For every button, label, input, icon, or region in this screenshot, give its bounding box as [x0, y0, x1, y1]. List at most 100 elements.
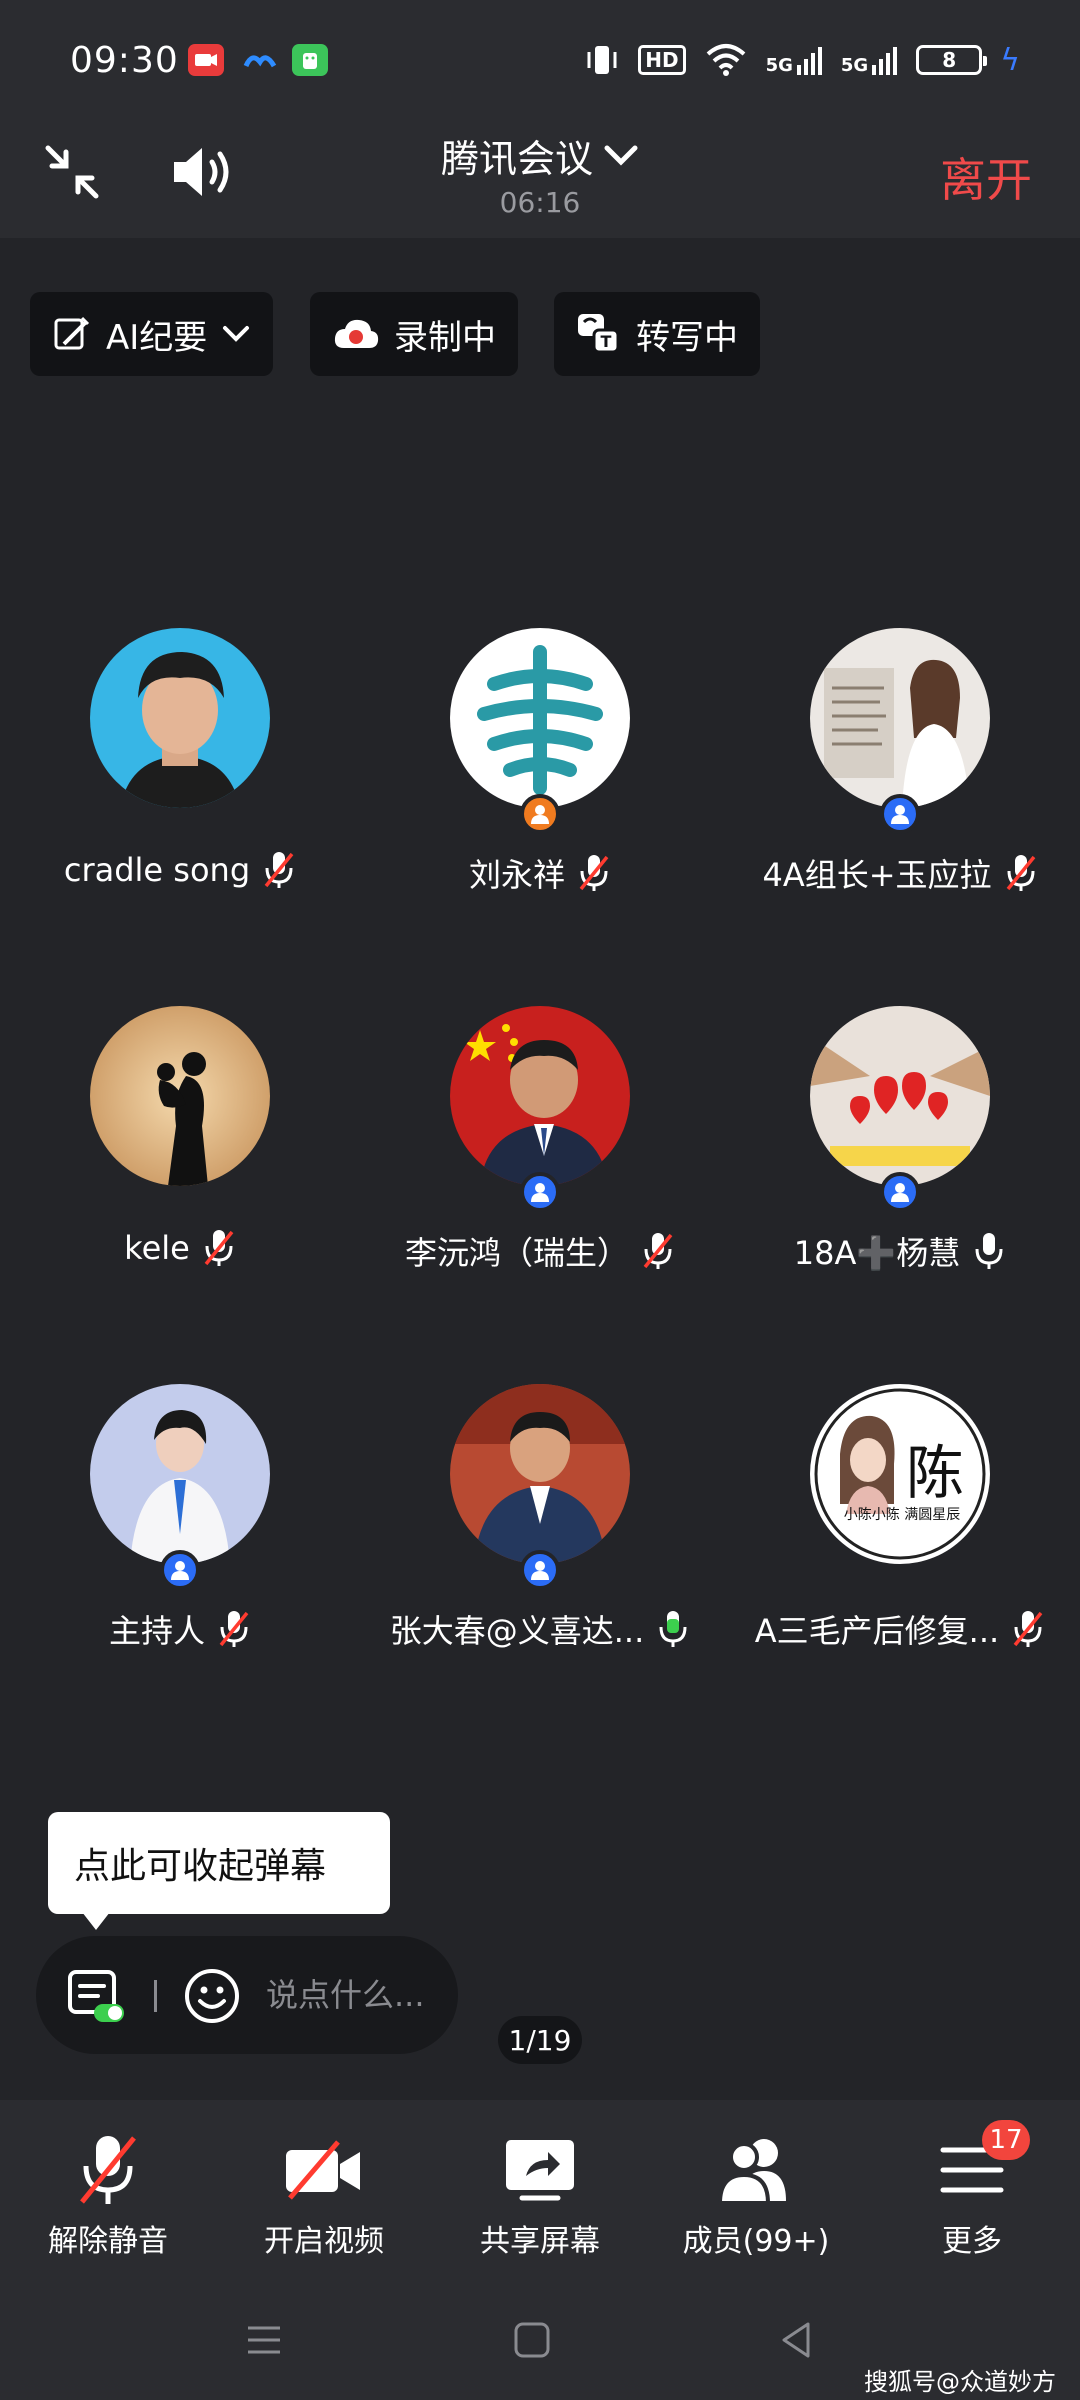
avatar: [90, 628, 270, 808]
meeting-header: 腾讯会议 06:16 离开: [0, 120, 1080, 238]
members-label: 成员(99+): [682, 2224, 830, 2259]
participant-tile[interactable]: 陈 小陈小陈 满圆星辰 A三毛产后修复...: [720, 1384, 1080, 1684]
transcribing-chip[interactable]: T 转写中: [554, 292, 760, 376]
co-host-badge-icon: [880, 1172, 920, 1212]
participant-name-row: kele: [0, 1228, 360, 1268]
charging-icon: ϟ: [1000, 42, 1020, 78]
unmute-button[interactable]: 解除静音: [0, 2124, 216, 2264]
avatar: [810, 628, 990, 808]
svg-text:T: T: [601, 332, 612, 351]
avatar: [810, 1006, 990, 1186]
participant-name: 4A组长+玉应拉: [762, 856, 992, 894]
signal-label-1: 5G: [765, 55, 793, 76]
share-screen-label: 共享屏幕: [480, 2224, 600, 2259]
mic-muted-icon: [219, 1611, 249, 1647]
page-indicator: 1/19: [498, 2016, 582, 2064]
members-button[interactable]: 成员(99+): [648, 2124, 864, 2264]
participant-name-row: 18A➕杨慧: [720, 1228, 1080, 1274]
cellular-signal-icon: 5G: [766, 45, 823, 75]
more-count-badge: 17: [982, 2120, 1030, 2160]
danmaku-tooltip[interactable]: 点此可收起弹幕: [48, 1812, 390, 1930]
back-nav-icon[interactable]: [766, 2310, 826, 2370]
chevron-down-icon: [604, 145, 638, 166]
host-badge-icon: [520, 794, 560, 834]
status-indicators: HD 5G 5G 8 ϟ: [584, 40, 1020, 80]
meeting-title: 腾讯会议: [440, 137, 593, 181]
more-button[interactable]: 17 更多: [864, 2120, 1080, 2264]
input-divider: [154, 1980, 157, 2012]
meeting-title-dropdown[interactable]: 腾讯会议: [0, 128, 1080, 183]
participant-name: 刘永祥: [468, 856, 565, 894]
recents-nav-icon[interactable]: [234, 2310, 294, 2370]
co-host-badge-icon: [520, 1172, 560, 1212]
android-app-icon: [292, 44, 328, 76]
ai-summary-chip[interactable]: AI纪要: [30, 292, 274, 376]
avatar-text-char: 陈: [906, 1439, 965, 1507]
recording-label: 录制中: [394, 317, 496, 358]
share-screen-icon: [490, 2130, 590, 2210]
participant-name: A三毛产后修复...: [754, 1612, 1000, 1650]
participant-tile[interactable]: 主持人: [0, 1384, 360, 1684]
mic-muted-icon: [204, 1230, 234, 1266]
mic-muted-icon: [58, 2130, 158, 2210]
participant-tile[interactable]: 4A组长+玉应拉: [720, 628, 1080, 928]
cloud-record-icon: [334, 319, 379, 348]
avatar: 陈 小陈小陈 满圆星辰: [810, 1384, 990, 1564]
unmute-label: 解除静音: [48, 2224, 168, 2259]
avatar: [450, 628, 630, 808]
danmaku-input[interactable]: [266, 1970, 446, 2020]
participant-name: 18A➕杨慧: [793, 1234, 961, 1272]
start-video-label: 开启视频: [264, 2224, 384, 2259]
participant-tile[interactable]: kele: [0, 1006, 360, 1306]
video-off-icon: [274, 2130, 374, 2210]
participant-name-row: 刘永祥: [360, 850, 720, 896]
transcribing-label: 转写中: [636, 317, 738, 358]
participant-name: 李沅鸿（瑞生）: [404, 1234, 629, 1272]
battery-indicator: 8: [916, 45, 988, 75]
cloud-app-icon: [242, 44, 278, 76]
home-nav-icon[interactable]: [502, 2310, 562, 2370]
participant-name: 主持人: [108, 1612, 205, 1650]
leave-button[interactable]: 离开: [940, 144, 1032, 210]
participant-tile[interactable]: cradle song: [0, 628, 360, 928]
participant-tile[interactable]: 张大春@义喜达...: [360, 1384, 720, 1684]
video-app-icon: [188, 44, 224, 76]
participant-name-row: 李沅鸿（瑞生）: [360, 1228, 720, 1274]
transcribe-icon: T: [578, 314, 620, 354]
mic-muted-icon: [1013, 1611, 1043, 1647]
ai-edit-icon: [54, 316, 90, 350]
watermark: 搜狐号@众道妙方: [864, 2368, 1056, 2396]
status-bar: 09:30 HD 5G 5G 8 ϟ: [0, 0, 1080, 120]
share-screen-button[interactable]: 共享屏幕: [432, 2124, 648, 2264]
participant-name-row: 张大春@义喜达...: [360, 1606, 720, 1652]
participant-name-row: 4A组长+玉应拉: [720, 850, 1080, 896]
vibrate-icon: [587, 46, 617, 74]
meeting-timer: 06:16: [499, 186, 581, 219]
participant-name-row: 主持人: [0, 1606, 360, 1652]
mic-muted-icon: [264, 852, 294, 888]
co-host-badge-icon: [520, 1550, 560, 1590]
recording-chip[interactable]: 录制中: [310, 292, 518, 376]
participant-name: 张大春@义喜达...: [389, 1612, 645, 1650]
status-time: 09:30: [70, 40, 179, 81]
mic-muted-icon: [643, 1233, 673, 1269]
co-host-badge-icon: [160, 1550, 200, 1590]
emoji-icon[interactable]: [182, 1966, 242, 2026]
mic-muted-icon: [1006, 855, 1035, 891]
avatar: [90, 1384, 270, 1564]
avatar: [450, 1384, 630, 1564]
participant-tile[interactable]: 刘永祥: [360, 628, 720, 928]
avatar-caption: 小陈小陈 满圆星辰: [843, 1507, 961, 1523]
participant-name-row: cradle song: [0, 850, 360, 890]
co-host-badge-icon: [880, 794, 920, 834]
mic-on-icon: [975, 1233, 1003, 1269]
danmaku-toggle-icon[interactable]: [64, 1966, 128, 2026]
avatar: [90, 1006, 270, 1186]
start-video-button[interactable]: 开启视频: [216, 2124, 432, 2264]
participant-tile[interactable]: 李沅鸿（瑞生）: [360, 1006, 720, 1306]
ai-summary-label: AI纪要: [106, 317, 208, 358]
participant-tile[interactable]: 18A➕杨慧: [720, 1006, 1080, 1306]
wifi-icon: [706, 44, 745, 76]
chevron-down-icon: [223, 326, 250, 342]
bottom-toolbar: 解除静音 开启视频 共享屏幕 成员(99+) 17 更多: [0, 2100, 1080, 2280]
